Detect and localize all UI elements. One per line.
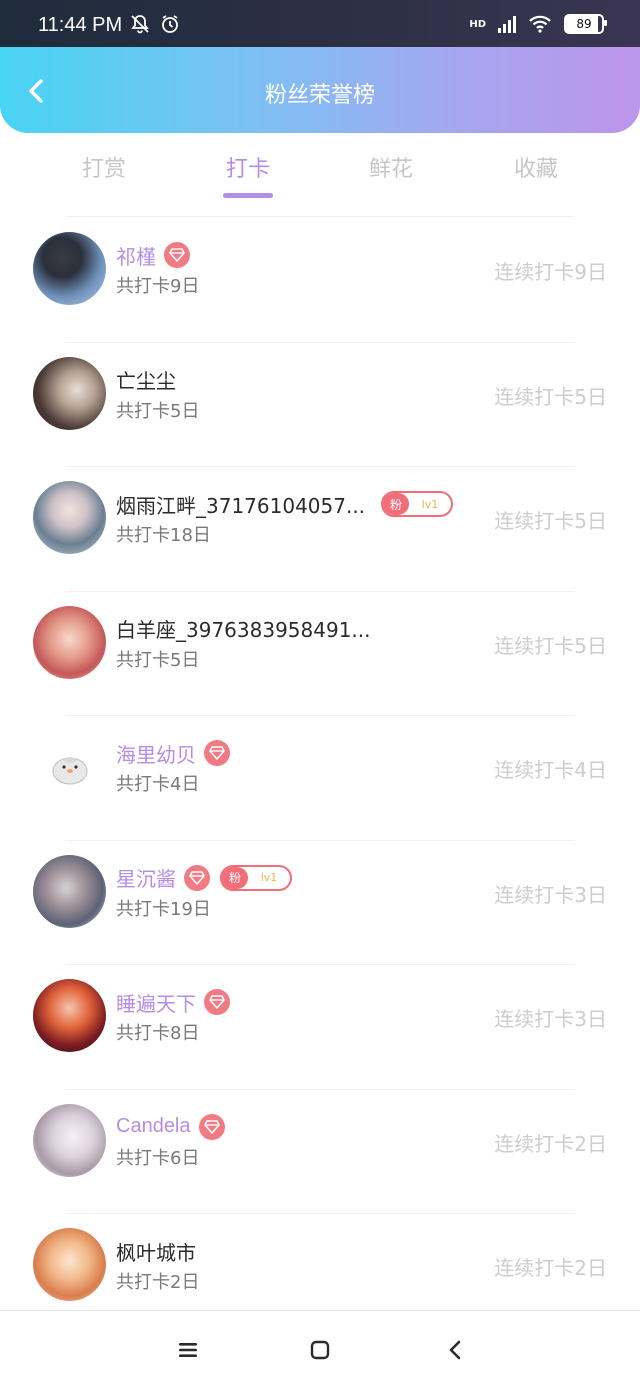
streak-checkins: 连续打卡3日 — [494, 882, 607, 907]
streak-checkins: 连续打卡4日 — [494, 758, 607, 782]
total-checkins: 共打卡6日 — [116, 1147, 200, 1169]
page-title: 粉丝荣誉榜 — [264, 83, 375, 108]
list-item[interactable]: 祁槿 共打卡9日 连续打卡9日 — [0, 218, 640, 343]
user-name: Candela — [116, 1115, 191, 1137]
tab-favorites[interactable]: 收藏 — [471, 151, 601, 183]
avatar[interactable] — [33, 1228, 106, 1301]
streak-checkins: 连续打卡2日 — [494, 1131, 607, 1156]
bell-muted-icon — [130, 14, 150, 39]
streak-checkins: 连续打卡5日 — [494, 384, 607, 409]
user-name: 睡遍天下 — [116, 991, 196, 1016]
diamond-icon — [184, 864, 210, 891]
streak-checkins: 连续打卡2日 — [494, 1256, 607, 1280]
total-checkins: 共打卡5日 — [116, 649, 200, 671]
system-nav-bar — [0, 1310, 640, 1388]
fan-level-badge: 粉 lv1 — [220, 864, 292, 891]
total-checkins: 共打卡19日 — [116, 898, 211, 920]
signal-icon — [498, 15, 516, 33]
streak-checkins: 连续打卡5日 — [494, 633, 607, 658]
streak-checkins: 连续打卡5日 — [494, 509, 607, 533]
system-back-button[interactable] — [435, 1335, 475, 1365]
tab-indicator — [223, 193, 273, 198]
alarm-icon — [160, 14, 180, 39]
penguin-icon — [52, 756, 87, 784]
list-item[interactable]: 白羊座_3976383958491... 共打卡5日 连续打卡5日 — [0, 592, 640, 716]
list-item[interactable]: 海里幼贝 共打卡4日 连续打卡4日 — [0, 716, 640, 841]
tab-tips[interactable]: 打赏 — [39, 151, 169, 183]
status-bar: 11:44 PM HD 89 — [0, 0, 640, 47]
streak-checkins: 连续打卡3日 — [494, 1007, 607, 1031]
network-type: HD — [469, 18, 486, 30]
battery-icon: 89 — [564, 14, 607, 34]
user-name: 星沉酱 — [116, 867, 176, 891]
user-name: 枫叶城市 — [116, 1240, 196, 1265]
list-item[interactable]: 烟雨江畔_37176104057... 粉 lv1 共打卡18日 连续打卡5日 — [0, 467, 640, 592]
user-name: 烟雨江畔_37176104057... — [116, 493, 366, 518]
diamond-icon — [198, 1113, 225, 1140]
total-checkins: 共打卡9日 — [116, 276, 200, 297]
diamond-icon — [204, 740, 230, 766]
home-button[interactable] — [300, 1335, 340, 1365]
ranking-list: 祁槿 共打卡9日 连续打卡9日 亡尘尘 共打卡5日 连续打卡5日 烟雨江畔_37… — [0, 218, 640, 1339]
tab-checkin[interactable]: 打卡 — [183, 151, 313, 183]
fan-level-badge: 粉 lv1 — [381, 491, 454, 517]
total-checkins: 共打卡18日 — [116, 525, 211, 546]
divider — [65, 216, 575, 217]
avatar[interactable] — [33, 979, 106, 1052]
total-checkins: 共打卡2日 — [116, 1272, 200, 1293]
tab-bar: 打赏 打卡 鲜花 收藏 — [0, 133, 640, 217]
fan-badge-level: lv1 — [421, 497, 439, 511]
recent-apps-button[interactable] — [168, 1335, 208, 1365]
status-time: 11:44 PM — [38, 14, 123, 36]
user-name: 亡尘尘 — [116, 369, 176, 393]
streak-checkins: 连续打卡9日 — [494, 260, 607, 284]
total-checkins: 共打卡5日 — [116, 400, 200, 422]
list-item[interactable]: 星沉酱 粉 lv1 共打卡19日 连续打卡3日 — [0, 841, 640, 965]
wifi-icon — [528, 15, 552, 33]
square-icon — [310, 1340, 330, 1360]
total-checkins: 共打卡4日 — [116, 774, 200, 795]
battery-level: 89 — [576, 17, 592, 31]
menu-icon — [179, 1343, 197, 1357]
user-name: 祁槿 — [116, 244, 156, 269]
diamond-icon — [204, 989, 230, 1015]
avatar[interactable] — [33, 1103, 106, 1177]
list-item[interactable]: 亡尘尘 共打卡5日 连续打卡5日 — [0, 343, 640, 467]
diamond-icon — [164, 242, 190, 268]
user-name: 白羊座_3976383958491... — [116, 618, 371, 642]
avatar[interactable] — [33, 730, 106, 803]
avatar[interactable] — [33, 605, 106, 679]
avatar[interactable] — [33, 481, 106, 554]
user-name: 海里幼贝 — [116, 742, 196, 767]
page-header: 粉丝荣誉榜 — [0, 47, 640, 133]
total-checkins: 共打卡8日 — [116, 1023, 200, 1044]
fan-badge-label: 粉 — [222, 866, 248, 889]
fan-badge-level: lv1 — [260, 871, 278, 884]
avatar[interactable] — [33, 854, 106, 928]
avatar[interactable] — [33, 232, 106, 305]
fan-badge-label: 粉 — [383, 493, 410, 515]
list-item[interactable]: Candela 共打卡6日 连续打卡2日 — [0, 1090, 640, 1214]
avatar[interactable] — [33, 356, 106, 430]
tab-flowers[interactable]: 鲜花 — [326, 151, 456, 183]
list-item[interactable]: 睡遍天下 共打卡8日 连续打卡3日 — [0, 965, 640, 1090]
chevron-left-icon — [449, 1340, 461, 1360]
